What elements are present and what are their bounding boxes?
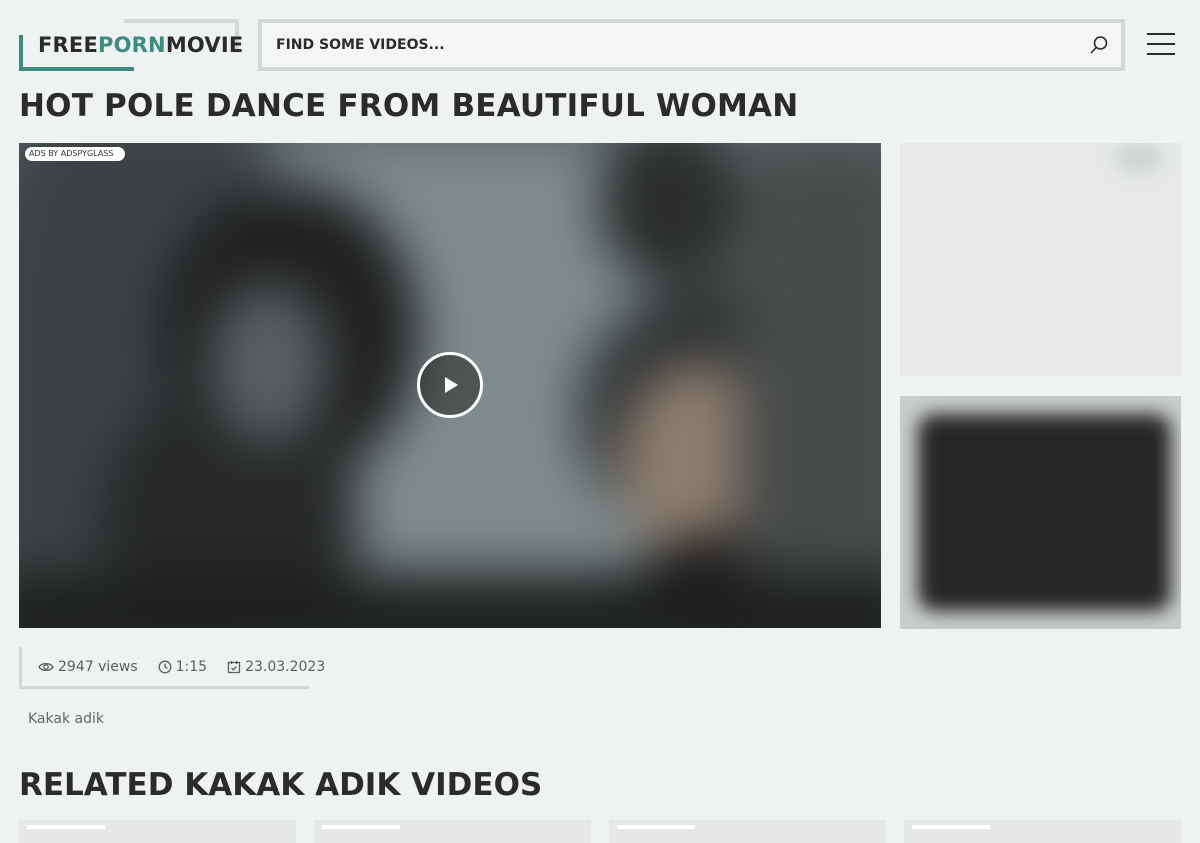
calendar-check-icon: [227, 660, 241, 673]
side-ad-top[interactable]: [900, 143, 1181, 376]
menu-icon-line: [1147, 43, 1175, 45]
related-video-card[interactable]: [609, 820, 886, 843]
tag-link[interactable]: Kakak adik: [28, 711, 104, 727]
play-icon: [445, 377, 458, 393]
site-logo[interactable]: FREEPORNMOVIE: [19, 19, 243, 71]
search-icon: [1090, 36, 1108, 54]
side-ad-bottom[interactable]: [900, 396, 1181, 629]
related-video-card[interactable]: [19, 820, 296, 843]
menu-icon-line: [1147, 33, 1175, 35]
search-bar: [258, 19, 1125, 71]
search-button[interactable]: [1077, 23, 1121, 67]
related-video-card[interactable]: [314, 820, 591, 843]
logo-text: FREEPORNMOVIE: [38, 33, 244, 57]
ad-badge[interactable]: ADS BY ADSPYGLASS: [25, 147, 125, 161]
related-video-card[interactable]: [904, 820, 1181, 843]
views-stat: 2947 views: [38, 659, 138, 675]
clock-icon: [158, 660, 172, 673]
related-section-title: RELATED KAKAK ADIK VIDEOS: [19, 767, 543, 803]
menu-icon-line: [1147, 53, 1175, 55]
search-input[interactable]: [262, 23, 1077, 67]
views-count: 2947 views: [58, 658, 138, 675]
video-duration: 1:15: [175, 658, 208, 675]
date-stat: 23.03.2023: [227, 659, 325, 675]
video-date: 23.03.2023: [245, 658, 326, 675]
video-player[interactable]: ADS BY ADSPYGLASS: [19, 143, 881, 628]
duration-stat: 1:15: [158, 659, 207, 675]
page-title: HOT POLE DANCE FROM BEAUTIFUL WOMAN: [19, 88, 799, 124]
play-button[interactable]: [417, 352, 483, 418]
video-meta: 2947 views 1:15 23.03.2023: [19, 647, 325, 689]
eye-icon: [38, 662, 54, 671]
menu-button[interactable]: [1147, 33, 1175, 55]
